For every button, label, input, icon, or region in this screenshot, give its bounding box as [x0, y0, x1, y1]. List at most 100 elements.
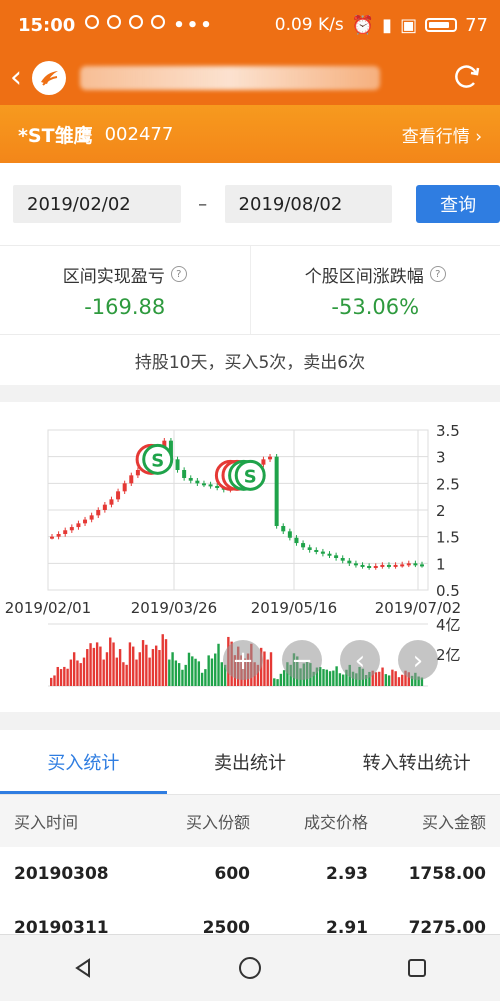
tab-transfer-stats[interactable]: 转入转出统计	[333, 730, 500, 794]
date-range-bar: 2019/02/02 – 2019/08/02 查询	[0, 163, 500, 245]
volume-bar	[168, 660, 170, 686]
volume-bar	[83, 658, 85, 686]
battery-icon	[425, 18, 457, 32]
volume-bar	[152, 649, 154, 686]
candle-body	[361, 565, 365, 567]
volume-bar	[401, 675, 403, 686]
volume-bar	[135, 660, 137, 686]
scroll-right-icon-glyph: ›	[413, 646, 423, 676]
candle-body	[103, 505, 107, 510]
volume-bar	[263, 651, 265, 686]
volume-bar	[381, 668, 383, 686]
y-tick-label: 3	[436, 449, 446, 467]
volume-bar	[378, 672, 380, 686]
candle-body	[109, 499, 113, 504]
hd-icon: ▣	[400, 15, 417, 36]
volume-bar	[194, 659, 196, 686]
change-value: -53.06%	[331, 295, 419, 319]
volume-bar	[214, 654, 216, 686]
volume-bar	[132, 647, 134, 686]
volume-bar	[96, 642, 98, 686]
home-circle-icon[interactable]	[230, 948, 270, 988]
volume-bar	[148, 658, 150, 686]
stats-panel: 区间实现盈亏? -169.88 个股区间涨跌幅? -53.06%	[0, 245, 500, 334]
volume-bar	[276, 679, 278, 686]
change-stat: 个股区间涨跌幅? -53.06%	[250, 246, 500, 334]
start-date-field[interactable]: 2019/02/02	[13, 185, 181, 223]
candle-body	[420, 564, 424, 566]
candle-body	[182, 470, 186, 478]
volume-bar	[165, 639, 167, 686]
volume-tick-label: 4亿	[436, 616, 461, 634]
help-question-icon[interactable]: ?	[430, 266, 446, 282]
recents-square-icon[interactable]	[397, 948, 437, 988]
volume-bar	[201, 673, 203, 686]
volume-bar	[63, 667, 65, 686]
x-tick-label: 2019/07/02	[375, 599, 461, 617]
col-price: 成交价格	[250, 809, 368, 833]
volume-bar	[280, 674, 282, 686]
chat-icon	[85, 15, 99, 29]
volume-bar	[57, 667, 59, 686]
table-row[interactable]: 20190308 600 2.93 1758.00	[0, 847, 500, 902]
candle-body	[70, 527, 74, 530]
y-tick-label: 3.5	[436, 422, 460, 440]
status-time: 15:00	[18, 15, 75, 36]
query-button[interactable]: 查询	[416, 185, 500, 223]
price-chart[interactable]: 3.532.521.510.52019/02/012019/03/262019/…	[0, 402, 500, 712]
volume-bar	[116, 658, 118, 686]
app-logo	[32, 61, 66, 95]
candle-body	[387, 565, 391, 567]
volume-bar	[339, 673, 341, 686]
candle-body	[215, 486, 219, 488]
alarm-icon: ⏰	[352, 15, 374, 36]
candle-body	[90, 515, 94, 519]
yen-icon	[107, 15, 121, 29]
refresh-icon[interactable]	[452, 61, 482, 95]
volume-bar	[142, 640, 144, 686]
candle-body	[268, 457, 272, 460]
x-tick-label: 2019/05/16	[251, 599, 337, 617]
candle-body	[63, 530, 67, 534]
tab-buy-stats[interactable]: 买入统计	[0, 730, 167, 794]
volume-bar	[125, 665, 127, 686]
status-left-icons: •••	[85, 15, 214, 36]
volume-bar	[109, 638, 111, 686]
candle-body	[294, 538, 298, 543]
volume-bar	[155, 646, 157, 686]
volume-bar	[89, 643, 91, 686]
end-date-field[interactable]: 2019/08/02	[225, 185, 393, 223]
back-triangle-icon[interactable]	[63, 948, 103, 988]
chevron-right-icon: ›	[475, 127, 482, 147]
weibo-icon	[129, 15, 143, 29]
volume-bar	[171, 652, 173, 686]
volume-bar	[80, 663, 82, 686]
chart-svg: 3.532.521.510.52019/02/012019/03/262019/…	[0, 402, 500, 712]
sell-marker-label: S	[151, 450, 164, 471]
pnl-stat: 区间实现盈亏? -169.88	[0, 246, 250, 334]
volume-bar	[221, 662, 223, 686]
cell-price: 2.93	[250, 864, 368, 884]
volume-bar	[112, 642, 114, 686]
sell-marker-label: S	[244, 466, 257, 487]
volume-bar	[188, 653, 190, 686]
zoom-out-icon-glyph: −	[291, 646, 313, 676]
candle-body	[96, 510, 100, 515]
volume-bar	[76, 660, 78, 686]
volume-bar	[145, 645, 147, 686]
volume-bar	[283, 670, 285, 686]
candle-body	[50, 537, 54, 539]
volume-bar	[175, 660, 177, 686]
tab-sell-stats[interactable]: 卖出统计	[167, 730, 334, 794]
candle-body	[301, 543, 305, 547]
pnl-label: 区间实现盈亏	[63, 262, 165, 287]
view-quote-link[interactable]: 查看行情 ›	[402, 122, 482, 147]
more-dots-icon: •••	[173, 15, 214, 36]
stock-header: *ST雏鹰 002477 查看行情 ›	[0, 105, 500, 163]
cell-amount: 1758.00	[368, 864, 486, 884]
stock-code: 002477	[105, 124, 174, 145]
candle-body	[354, 563, 358, 565]
back-chevron-icon[interactable]: ‹	[10, 63, 22, 93]
help-question-icon[interactable]: ?	[171, 266, 187, 282]
candle-body	[261, 459, 265, 464]
